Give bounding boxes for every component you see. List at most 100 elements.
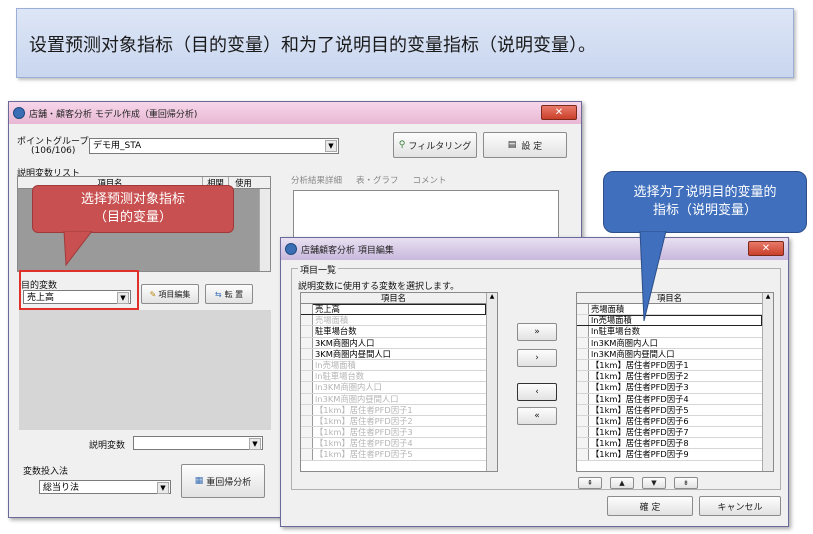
filter-icon: ⚲ xyxy=(398,140,406,150)
explanatory-variable-select[interactable]: ▼ xyxy=(133,436,263,450)
input-method-label: 変数投入法 xyxy=(23,467,69,477)
input-method-value: 総当り法 xyxy=(43,483,80,493)
item-group-label: 項目一覧 xyxy=(298,263,339,276)
edit-icon: ✎ xyxy=(149,289,157,299)
available-list-item[interactable]: ln3KM商圏内昼間人口 xyxy=(301,393,486,405)
edit-items-button[interactable]: ✎ 項目編集 xyxy=(141,284,199,304)
chevron-down-icon: ▼ xyxy=(249,438,261,450)
selected-list-item[interactable]: 【1km】居住者PFD因子3 xyxy=(577,382,762,394)
copy-icon: ⇆ xyxy=(214,289,222,299)
explanatory-variable-label: 説明変数 xyxy=(89,441,126,451)
list-scrollbar[interactable] xyxy=(259,189,270,271)
available-list-item[interactable]: 【1km】居住者PFD因子4 xyxy=(301,438,486,450)
copy-button-label: 転 置 xyxy=(224,289,244,299)
available-list-scrollbar[interactable]: ▲ xyxy=(486,293,497,471)
blue-callout-pointer xyxy=(639,231,667,322)
point-group-select[interactable]: デモ用_STA ▼ xyxy=(89,138,339,154)
selected-list-item[interactable]: 【1km】居住者PFD因子1 xyxy=(577,359,762,372)
dialog-instruction: 説明変数に使用する変数を選択します。 xyxy=(298,282,460,292)
explanatory-variable-callout: 选择为了说明目的变量的 指标（说明变量） xyxy=(603,171,807,233)
available-list-item[interactable]: ln3KM商圏内人口 xyxy=(301,382,486,394)
red-callout-line2: （目的变量） xyxy=(93,210,172,225)
available-list-item[interactable]: 売上高 xyxy=(301,304,486,316)
move-to-top-button[interactable]: ⇞ xyxy=(578,477,602,489)
radio-table-graph[interactable]: 表・グラフ xyxy=(356,174,399,186)
selected-list-item[interactable]: 【1km】居住者PFD因子4 xyxy=(577,393,762,405)
red-callout-line1: 选择预测对象指标 xyxy=(80,192,185,207)
input-method-select[interactable]: 総当り法 ▼ xyxy=(39,480,171,494)
edit-items-label: 項目編集 xyxy=(158,289,191,299)
chevron-down-icon: ▼ xyxy=(325,140,337,152)
available-list-item[interactable]: 3KM商圏内人口 xyxy=(301,337,486,349)
selected-list-scrollbar[interactable]: ▲ xyxy=(762,293,773,471)
available-list-item[interactable]: 売場面積 xyxy=(301,315,486,327)
app-icon xyxy=(13,107,25,119)
settings-button[interactable]: ▤ 設 定 xyxy=(483,132,567,158)
copy-button[interactable]: ⇆ 転 置 xyxy=(205,284,253,304)
result-text-area[interactable] xyxy=(293,190,559,240)
selected-list-item[interactable]: 【1km】居住者PFD因子6 xyxy=(577,415,762,428)
cancel-button[interactable]: キャンセル xyxy=(699,496,781,516)
main-close-button[interactable]: ✕ xyxy=(541,105,577,120)
red-callout-pointer xyxy=(63,231,93,267)
move-right-button[interactable]: › xyxy=(517,349,557,367)
chevron-up-icon[interactable]: ▲ xyxy=(487,293,497,300)
dialog-close-button[interactable]: ✕ xyxy=(748,241,784,256)
dialog-titlebar: 店舗顧客分析 項目編集 xyxy=(281,238,788,260)
selected-list-item[interactable]: 【1km】居住者PFD因子5 xyxy=(577,404,762,416)
move-up-button[interactable]: ▲ xyxy=(610,477,634,489)
chevron-up-icon[interactable]: ▲ xyxy=(763,293,773,300)
filter-button-label: フィルタリング xyxy=(408,141,472,152)
move-to-bottom-button[interactable]: ⇟ xyxy=(674,477,698,489)
regression-button[interactable]: ▦ 重回帰分析 xyxy=(181,464,265,498)
point-group-count: (106/106) xyxy=(31,146,76,156)
selected-list-item[interactable]: ln駐車場台数 xyxy=(577,326,762,338)
move-left-button[interactable]: ‹ xyxy=(517,383,557,401)
move-all-left-button[interactable]: « xyxy=(517,407,557,425)
target-highlight-box xyxy=(19,270,139,310)
item-group-box: 項目一覧 説明変数に使用する変数を選択します。 項目名 売上高 売場面積 駐車場台数… xyxy=(291,263,781,490)
selected-list-item[interactable]: 【1km】居住者PFD因子9 xyxy=(577,449,762,461)
confirm-button[interactable]: 確 定 xyxy=(607,496,693,516)
result-radio-group: 分析結果詳細 表・グラフ コメント xyxy=(291,174,447,186)
main-titlebar: 店舗・顧客分析 モデル作成（重回帰分析) xyxy=(9,102,581,124)
chevron-down-icon: ▼ xyxy=(157,482,169,494)
instruction-banner: 设置预测对象指标（目的变量）和为了说明目的变量指标（说明变量）。 xyxy=(16,8,794,78)
available-list-item[interactable]: ln駐車場台数 xyxy=(301,371,486,383)
available-list-item[interactable]: 駐車場台数 xyxy=(301,326,486,338)
radio-comment[interactable]: コメント xyxy=(413,174,447,186)
available-list-item[interactable]: 【1km】居住者PFD因子3 xyxy=(301,427,486,439)
regression-button-label: 重回帰分析 xyxy=(206,477,252,488)
selected-list-item[interactable]: 【1km】居住者PFD因子8 xyxy=(577,438,762,450)
available-list-item[interactable]: 3KM商圏内昼間人口 xyxy=(301,348,486,360)
available-list-header: 項目名 xyxy=(301,293,486,304)
selected-list-item[interactable]: ln3KM商圏内昼間人口 xyxy=(577,348,762,360)
blue-callout-line2: 指标（说明变量） xyxy=(652,203,757,218)
selected-rows: 売場面積 ln売場面積 ln駐車場台数 ln3KM商圏内人口 ln3KM商圏内昼間人口【… xyxy=(577,304,762,461)
dialog-title: 店舗顧客分析 項目編集 xyxy=(301,245,394,256)
available-rows: 売上高 売場面積 駐車場台数 3KM商圏内人口 3KM商圏内昼間人口 ln売場面積 ln駐車… xyxy=(301,304,486,461)
settings-button-label: 設 定 xyxy=(521,141,543,152)
available-list-item[interactable]: 【1km】居住者PFD因子5 xyxy=(301,449,486,461)
selected-list-item[interactable]: 【1km】居住者PFD因子7 xyxy=(577,427,762,439)
variables-panel xyxy=(19,310,271,430)
target-variable-callout: 选择预测对象指标 （目的变量） xyxy=(32,185,234,233)
move-all-right-button[interactable]: » xyxy=(517,323,557,341)
settings-icon: ▤ xyxy=(507,140,517,150)
selected-items-list[interactable]: 項目名 売場面積 ln売場面積 ln駐車場台数 ln3KM商圏内人口 ln3KM商圏内昼… xyxy=(576,292,774,472)
selected-list-item[interactable]: ln3KM商圏内人口 xyxy=(577,337,762,349)
radio-result-detail[interactable]: 分析結果詳細 xyxy=(291,174,342,186)
move-down-button[interactable]: ▼ xyxy=(642,477,666,489)
selected-list-item[interactable]: 【1km】居住者PFD因子2 xyxy=(577,371,762,383)
main-window-title: 店舗・顧客分析 モデル作成（重回帰分析) xyxy=(29,109,198,120)
banner-text: 设置预测对象指标（目的变量）和为了说明目的变量指标（说明变量）。 xyxy=(29,35,596,56)
app-icon xyxy=(285,243,297,255)
available-list-item[interactable]: 【1km】居住者PFD因子2 xyxy=(301,415,486,428)
available-items-list[interactable]: 項目名 売上高 売場面積 駐車場台数 3KM商圏内人口 3KM商圏内昼間人口 ln売場面積… xyxy=(300,292,498,472)
regression-icon: ▦ xyxy=(194,476,204,486)
point-group-value: デモ用_STA xyxy=(93,141,142,151)
available-list-item[interactable]: ln売場面積 xyxy=(301,359,486,372)
filter-button[interactable]: ⚲ フィルタリング xyxy=(393,132,477,158)
item-edit-dialog: 店舗顧客分析 項目編集 ✕ 項目一覧 説明変数に使用する変数を選択します。 項目… xyxy=(280,237,789,527)
available-list-item[interactable]: 【1km】居住者PFD因子1 xyxy=(301,404,486,416)
